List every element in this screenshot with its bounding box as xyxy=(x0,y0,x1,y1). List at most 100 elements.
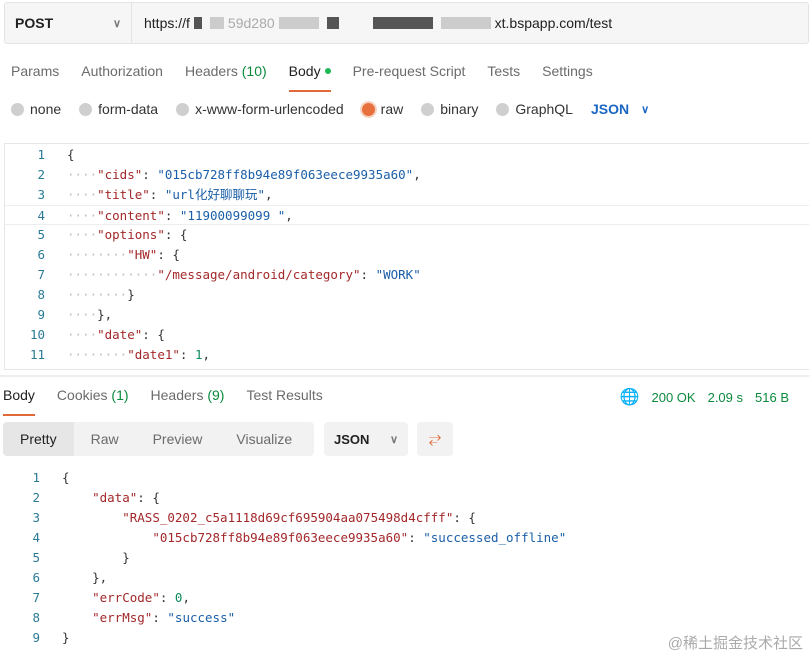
view-mode-preview[interactable]: Preview xyxy=(136,422,220,456)
code-token: "successed_offline" xyxy=(423,530,567,545)
response-time[interactable]: 2.09 s xyxy=(708,390,743,405)
code-token: : xyxy=(152,610,168,625)
code-token: 1 xyxy=(194,347,203,362)
body-type-radios: none form-data x-www-form-urlencoded raw bin… xyxy=(11,101,649,117)
tab-cookies[interactable]: Cookies (1) xyxy=(46,380,140,410)
code-token: "015cb728ff8b94e89f063eece9935a60" xyxy=(152,530,409,545)
response-tabs: Body Cookies (1) Headers (9) Test Results xyxy=(0,380,334,416)
tab-pre-request-script[interactable]: Pre-request Script xyxy=(342,56,477,86)
watermark: @稀土掘金技术社区 xyxy=(667,635,803,652)
code-token: "date" xyxy=(97,327,143,342)
line-number: 4 xyxy=(32,530,40,545)
code-line: 2 ····"cids": "015cb728ff8b94e89f063eece9… xyxy=(5,165,809,185)
code-token: "errCode" xyxy=(92,590,160,605)
code-line: 1{ xyxy=(0,468,809,488)
code-token: ········ xyxy=(67,247,128,262)
radio-circle-icon xyxy=(176,102,190,116)
radio-label: form-data xyxy=(98,101,159,117)
tab-params[interactable]: Params xyxy=(0,56,70,86)
code-token: : xyxy=(142,167,158,182)
view-mode-tabs: Pretty Raw Preview Visualize xyxy=(3,422,314,456)
radio-GraphQL[interactable]: GraphQL xyxy=(496,101,573,117)
code-line: 1{ xyxy=(5,145,809,165)
radio-binary[interactable]: binary xyxy=(421,101,478,117)
radio-label: none xyxy=(30,101,62,117)
line-number: 10 xyxy=(29,327,45,342)
tab-label: Tests xyxy=(487,63,521,79)
response-size[interactable]: 516 B xyxy=(755,390,789,405)
line-number: 1 xyxy=(32,470,40,485)
code-token: : xyxy=(159,590,175,605)
radio-label: binary xyxy=(440,101,479,117)
body-format-select[interactable]: JSON ∨ xyxy=(591,101,649,117)
line-number: 6 xyxy=(32,570,40,585)
radio-circle-icon xyxy=(421,102,435,116)
code-token: : xyxy=(408,530,424,545)
line-number: 1 xyxy=(37,147,45,162)
tab-authorization[interactable]: Authorization xyxy=(70,56,174,86)
code-token: "success" xyxy=(167,610,236,625)
radio-x-www-form-urlencoded[interactable]: x-www-form-urlencoded xyxy=(176,101,344,117)
line-number: 3 xyxy=(32,510,40,525)
redaction xyxy=(278,17,319,29)
code-line: 2 "data": { xyxy=(0,488,809,508)
code-token: "cids" xyxy=(97,167,143,182)
view-mode-pretty[interactable]: Pretty xyxy=(3,422,74,456)
code-token: { xyxy=(67,147,75,162)
chevron-down-icon: ∨ xyxy=(389,433,398,446)
code-token: "/message/android/category" xyxy=(157,267,361,282)
view-mode-visualize[interactable]: Visualize xyxy=(219,422,309,456)
view-mode-raw[interactable]: Raw xyxy=(74,422,136,456)
response-body[interactable]: 1{2 "data": {3 "RASS_0202_c5a1118d69cf69… xyxy=(0,468,809,659)
code-line: 7 ············"/message/android/category"… xyxy=(5,265,809,285)
radio-form-data[interactable]: form-data xyxy=(79,101,158,117)
tab-test-results[interactable]: Test Results xyxy=(235,380,333,410)
line-number: 6 xyxy=(37,247,45,262)
wrap-lines-icon[interactable]: ⥂ xyxy=(417,422,453,456)
code-token: , xyxy=(182,590,190,605)
code-token: : xyxy=(360,267,376,282)
url-input[interactable]: https://f 59d280 xt.bspapp.com/test xyxy=(132,15,612,31)
code-line: 5 ····"options": { xyxy=(5,225,809,245)
code-token: : xyxy=(149,187,165,202)
globe-lock-icon[interactable]: 🌐 xyxy=(620,387,640,407)
tab-label: Body xyxy=(3,387,35,403)
line-number: 9 xyxy=(32,630,40,645)
code-token: "11900099099 " xyxy=(179,208,286,223)
tab-headers[interactable]: Headers (10) xyxy=(174,56,278,86)
code-line: 7 "errCode": 0, xyxy=(0,588,809,608)
pane-divider[interactable] xyxy=(0,375,809,377)
tab-label: Test Results xyxy=(246,387,323,403)
radio-none[interactable]: none xyxy=(11,101,61,117)
tab-settings[interactable]: Settings xyxy=(531,56,604,86)
radio-raw[interactable]: raw xyxy=(361,101,403,117)
code-line: 10 ····"date": { xyxy=(5,325,809,345)
tab-label: Body xyxy=(288,63,321,79)
method-label: POST xyxy=(15,15,54,31)
tab-count: (1) xyxy=(111,387,129,403)
tab-tests[interactable]: Tests xyxy=(476,56,531,86)
code-token: "data" xyxy=(92,490,138,505)
chevron-down-icon: ∨ xyxy=(641,103,650,116)
code-token: { xyxy=(62,470,70,485)
code-token: "HW" xyxy=(127,247,158,262)
status-code[interactable]: 200 OK xyxy=(652,390,696,405)
tab-headers[interactable]: Headers (9) xyxy=(140,380,236,410)
code-line: 4 "015cb728ff8b94e89f063eece9935a60": "s… xyxy=(0,528,809,548)
code-token: "015cb728ff8b94e89f063eece9935a60" xyxy=(157,167,414,182)
line-number: 3 xyxy=(37,187,45,202)
radio-label: x-www-form-urlencoded xyxy=(195,101,344,117)
tab-body[interactable]: Body xyxy=(278,56,342,92)
tab-body[interactable]: Body xyxy=(0,380,46,416)
code-token: "WORK" xyxy=(375,267,421,282)
chevron-down-icon: ∨ xyxy=(112,17,121,30)
code-token: "date1" xyxy=(127,347,180,362)
code-token: : xyxy=(179,347,195,362)
format-label: JSON xyxy=(590,101,630,117)
method-select[interactable]: POST ∨ xyxy=(5,3,132,43)
response-format-select[interactable]: JSON ∨ xyxy=(324,422,408,456)
request-body-editor[interactable]: 1{2 ····"cids": "015cb728ff8b94e89f063eec… xyxy=(4,143,809,370)
